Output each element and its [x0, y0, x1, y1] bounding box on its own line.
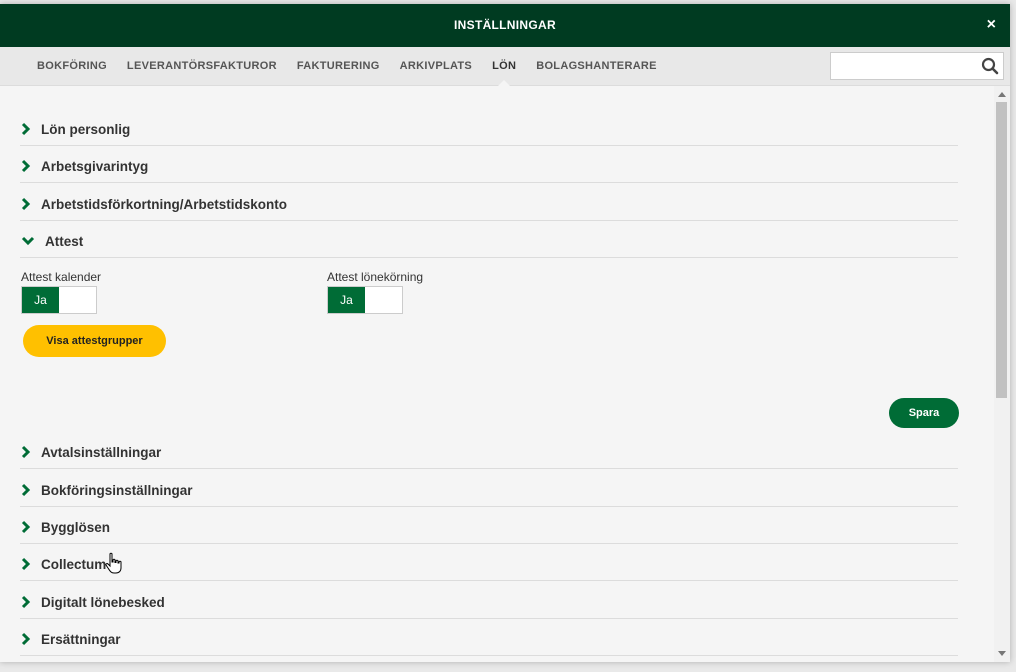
- save-button[interactable]: Spara: [889, 398, 959, 428]
- section-lon-personlig[interactable]: Lön personlig: [20, 115, 958, 146]
- chevron-right-icon: [20, 520, 32, 539]
- section-arbetstidsforkortning[interactable]: Arbetstidsförkortning/Arbetstidskonto: [20, 190, 958, 221]
- tab-fakturering[interactable]: FAKTURERING: [287, 47, 390, 85]
- attest-payrun-toggle[interactable]: Ja: [327, 286, 403, 314]
- section-label: Ersättningar: [41, 632, 121, 647]
- section-ersattningar[interactable]: Ersättningar: [20, 625, 958, 656]
- section-label: Attest: [45, 234, 84, 249]
- modal-header: INSTÄLLNINGAR ×: [0, 4, 1010, 47]
- chevron-right-icon: [20, 159, 32, 178]
- section-label: Bokföringsinställningar: [41, 483, 193, 498]
- settings-modal: INSTÄLLNINGAR × BOKFÖRING LEVERANTÖRSFAK…: [0, 4, 1010, 662]
- scrollbar-thumb[interactable]: [996, 102, 1007, 398]
- attest-payrun-label: Attest lönekörning: [327, 270, 424, 284]
- show-attest-groups-button[interactable]: Visa attestgrupper: [23, 325, 166, 357]
- search-icon[interactable]: [981, 57, 999, 80]
- scroll-up-icon[interactable]: [998, 92, 1006, 97]
- close-icon[interactable]: ×: [987, 16, 996, 34]
- chevron-right-icon: [20, 197, 32, 216]
- settings-content: Lön personlig Arbetsgivarintyg Arbetstid…: [0, 86, 994, 662]
- section-label: Bygglösen: [41, 520, 111, 535]
- scroll-down-icon[interactable]: [998, 651, 1006, 656]
- section-label: Digitalt lönebesked: [41, 595, 165, 610]
- tab-bar: BOKFÖRING LEVERANTÖRSFAKTUROR FAKTURERIN…: [0, 47, 1010, 86]
- chevron-down-icon: [20, 234, 36, 253]
- tab-arkivplats[interactable]: ARKIVPLATS: [390, 47, 482, 85]
- tab-lon[interactable]: LÖN: [482, 47, 526, 86]
- modal-title: INSTÄLLNINGAR: [454, 18, 556, 32]
- section-label: Avtalsinställningar: [41, 445, 162, 460]
- section-label: Collectum: [41, 557, 107, 572]
- chevron-right-icon: [20, 557, 32, 576]
- chevron-right-icon: [20, 122, 32, 141]
- tab-bokforing[interactable]: BOKFÖRING: [27, 47, 117, 85]
- section-arbetsgivarintyg[interactable]: Arbetsgivarintyg: [20, 152, 958, 183]
- attest-calendar-toggle[interactable]: Ja: [21, 286, 97, 314]
- section-avtalsinstallningar[interactable]: Avtalsinställningar: [20, 438, 958, 469]
- section-digitalt-lonebesked[interactable]: Digitalt lönebesked: [20, 588, 958, 619]
- toggle-on-label: Ja: [22, 287, 59, 313]
- chevron-right-icon: [20, 595, 32, 614]
- chevron-right-icon: [20, 483, 32, 502]
- vertical-scrollbar[interactable]: [994, 86, 1010, 662]
- hand-pointer-icon: [105, 552, 123, 581]
- attest-calendar-label: Attest kalender: [21, 270, 102, 284]
- tab-list: BOKFÖRING LEVERANTÖRSFAKTUROR FAKTURERIN…: [27, 47, 667, 86]
- section-label: Arbetsgivarintyg: [41, 159, 149, 174]
- section-attest[interactable]: Attest: [20, 227, 958, 258]
- section-bygglosen[interactable]: Bygglösen: [20, 513, 958, 544]
- section-label: Arbetstidsförkortning/Arbetstidskonto: [41, 197, 288, 212]
- chevron-right-icon: [20, 445, 32, 464]
- search-input[interactable]: [831, 53, 983, 79]
- section-label: Lön personlig: [41, 122, 131, 137]
- chevron-right-icon: [20, 632, 32, 651]
- section-bokforingsinstallningar[interactable]: Bokföringsinställningar: [20, 476, 958, 507]
- tab-bolagshanterare[interactable]: BOLAGSHANTERARE: [526, 47, 667, 85]
- section-collectum[interactable]: Collectum: [20, 550, 958, 581]
- tab-leverantorsfakturor[interactable]: LEVERANTÖRSFAKTUROR: [117, 47, 287, 85]
- toggle-on-label: Ja: [328, 287, 365, 313]
- search-box: [830, 52, 1004, 80]
